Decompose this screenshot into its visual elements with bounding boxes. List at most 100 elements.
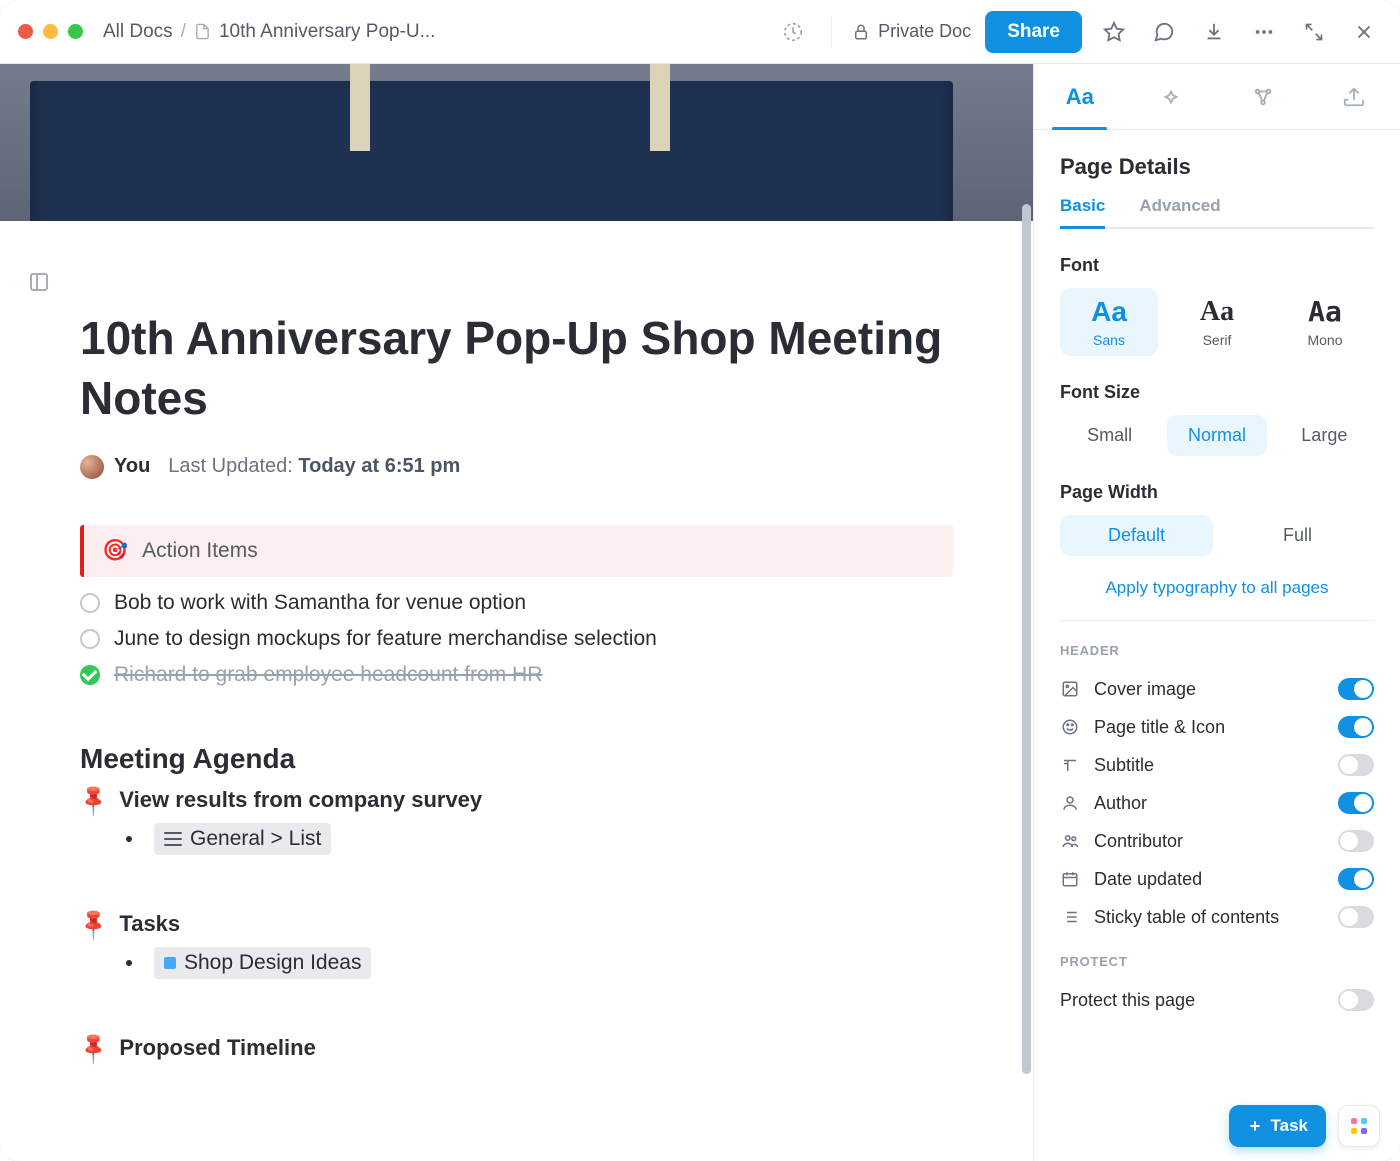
panel-title: Page Details <box>1060 154 1374 180</box>
apps-button[interactable] <box>1338 1105 1380 1147</box>
row-sticky-toc: Sticky table of contents <box>1060 898 1374 936</box>
toggle-subtitle[interactable] <box>1338 754 1374 776</box>
page-width-label: Page Width <box>1060 482 1374 503</box>
privacy-label: Private Doc <box>878 21 971 42</box>
font-label: Font <box>1060 255 1374 276</box>
tab-export[interactable] <box>1309 64 1400 129</box>
comments-icon[interactable] <box>1146 14 1182 50</box>
toggle-protect[interactable] <box>1338 989 1374 1011</box>
font-picker: AaSans AaSerif AaMono <box>1060 288 1374 356</box>
share-button[interactable]: Share <box>985 11 1082 53</box>
window-controls <box>18 24 83 39</box>
font-sans[interactable]: AaSans <box>1060 288 1158 356</box>
floating-actions: Task <box>1229 1105 1381 1147</box>
avatar <box>80 455 104 479</box>
divider <box>1060 620 1374 621</box>
action-items-list: Bob to work with Samantha for venue opti… <box>80 591 953 687</box>
image-icon <box>1060 679 1080 699</box>
target-icon: 🎯 <box>102 539 128 563</box>
author: You <box>80 455 150 479</box>
checkbox-checked-icon[interactable] <box>80 665 100 685</box>
apply-all-link[interactable]: Apply typography to all pages <box>1060 578 1374 598</box>
scrollbar[interactable] <box>1019 64 1033 1161</box>
scrollbar-thumb[interactable] <box>1022 204 1031 1074</box>
page-width-full[interactable]: Full <box>1221 515 1374 556</box>
protect-group-label: PROTECT <box>1060 954 1374 969</box>
toc-icon <box>1060 907 1080 927</box>
subtab-advanced[interactable]: Advanced <box>1139 196 1220 227</box>
font-mono[interactable]: AaMono <box>1276 288 1374 356</box>
users-icon <box>1060 831 1080 851</box>
font-size-normal[interactable]: Normal <box>1167 415 1266 456</box>
close-panel-icon[interactable] <box>1346 14 1382 50</box>
divider <box>831 17 832 47</box>
tab-typography[interactable]: Aa <box>1034 64 1126 129</box>
new-task-button[interactable]: Task <box>1229 1105 1327 1147</box>
font-size-small[interactable]: Small <box>1060 415 1159 456</box>
close-window-icon[interactable] <box>18 24 33 39</box>
cover-image[interactable] <box>0 64 1033 221</box>
action-item[interactable]: Bob to work with Samantha for venue opti… <box>80 591 953 615</box>
agenda-bullet[interactable]: 📌 View results from company survey <box>80 787 953 813</box>
page-title[interactable]: 10th Anniversary Pop-Up Shop Meeting Not… <box>80 309 953 429</box>
favorite-icon[interactable] <box>1096 14 1132 50</box>
sidebar-toggle-icon[interactable] <box>30 273 48 291</box>
list-icon <box>164 832 182 846</box>
row-date-updated: Date updated <box>1060 860 1374 898</box>
task-chip[interactable]: Shop Design Ideas <box>154 947 371 979</box>
subtab-basic[interactable]: Basic <box>1060 196 1105 229</box>
toggle-author[interactable] <box>1338 792 1374 814</box>
row-author: Author <box>1060 784 1374 822</box>
agenda-sub-bullet: General > List <box>126 823 953 855</box>
top-bar: All Docs / 10th Anniversary Pop-U... Pri… <box>0 0 1400 64</box>
collapse-icon[interactable] <box>1296 14 1332 50</box>
history-icon[interactable] <box>775 14 811 50</box>
panel-tabs: Aa <box>1034 64 1400 130</box>
checkbox-icon[interactable] <box>80 629 100 649</box>
row-title-icon: Page title & Icon <box>1060 708 1374 746</box>
breadcrumb-current[interactable]: 10th Anniversary Pop-U... <box>219 21 436 43</box>
tab-relations[interactable] <box>1217 64 1309 129</box>
toggle-cover[interactable] <box>1338 678 1374 700</box>
toggle-sticky-toc[interactable] <box>1338 906 1374 928</box>
font-size-large[interactable]: Large <box>1275 415 1374 456</box>
toggle-contributor[interactable] <box>1338 830 1374 852</box>
download-icon[interactable] <box>1196 14 1232 50</box>
row-label: Page title & Icon <box>1094 717 1324 738</box>
row-label: Contributor <box>1094 831 1324 852</box>
user-icon <box>1060 793 1080 813</box>
page-width-default[interactable]: Default <box>1060 515 1213 556</box>
row-label: Cover image <box>1094 679 1324 700</box>
tasks-bullet[interactable]: 📌 Tasks <box>80 911 953 937</box>
action-item-text[interactable]: June to design mockups for feature merch… <box>114 627 657 651</box>
zoom-window-icon[interactable] <box>68 24 83 39</box>
section-heading-agenda[interactable]: Meeting Agenda <box>80 743 953 775</box>
bullet-icon <box>126 836 132 842</box>
row-label: Date updated <box>1094 869 1324 890</box>
last-updated: Last Updated: Today at 6:51 pm <box>168 455 460 478</box>
toggle-title-icon[interactable] <box>1338 716 1374 738</box>
action-item-text[interactable]: Bob to work with Samantha for venue opti… <box>114 591 526 615</box>
view-chip[interactable]: General > List <box>154 823 331 855</box>
action-item[interactable]: Richard to grab employee headcount from … <box>80 663 953 687</box>
checkbox-icon[interactable] <box>80 593 100 613</box>
page-details-panel: Aa Page Details Basic Advanced Font AaSa… <box>1033 64 1400 1161</box>
page-meta: You Last Updated: Today at 6:51 pm <box>80 455 953 479</box>
bullet-icon <box>126 960 132 966</box>
page-width-picker: Default Full <box>1060 515 1374 556</box>
toggle-date-updated[interactable] <box>1338 868 1374 890</box>
action-item-text[interactable]: Richard to grab employee headcount from … <box>114 663 542 687</box>
breadcrumb-root[interactable]: All Docs <box>103 21 173 43</box>
tab-ai[interactable] <box>1126 64 1218 129</box>
action-items-callout[interactable]: 🎯 Action Items <box>80 525 953 577</box>
minimize-window-icon[interactable] <box>43 24 58 39</box>
font-serif[interactable]: AaSerif <box>1168 288 1266 356</box>
action-item[interactable]: June to design mockups for feature merch… <box>80 627 953 651</box>
header-group-label: HEADER <box>1060 643 1374 658</box>
more-icon[interactable] <box>1246 14 1282 50</box>
privacy-indicator[interactable]: Private Doc <box>852 21 971 42</box>
timeline-bullet[interactable]: 📌 Proposed Timeline <box>80 1035 953 1061</box>
row-subtitle: Subtitle <box>1060 746 1374 784</box>
pin-icon: 📌 <box>75 781 113 819</box>
row-cover-image: Cover image <box>1060 670 1374 708</box>
